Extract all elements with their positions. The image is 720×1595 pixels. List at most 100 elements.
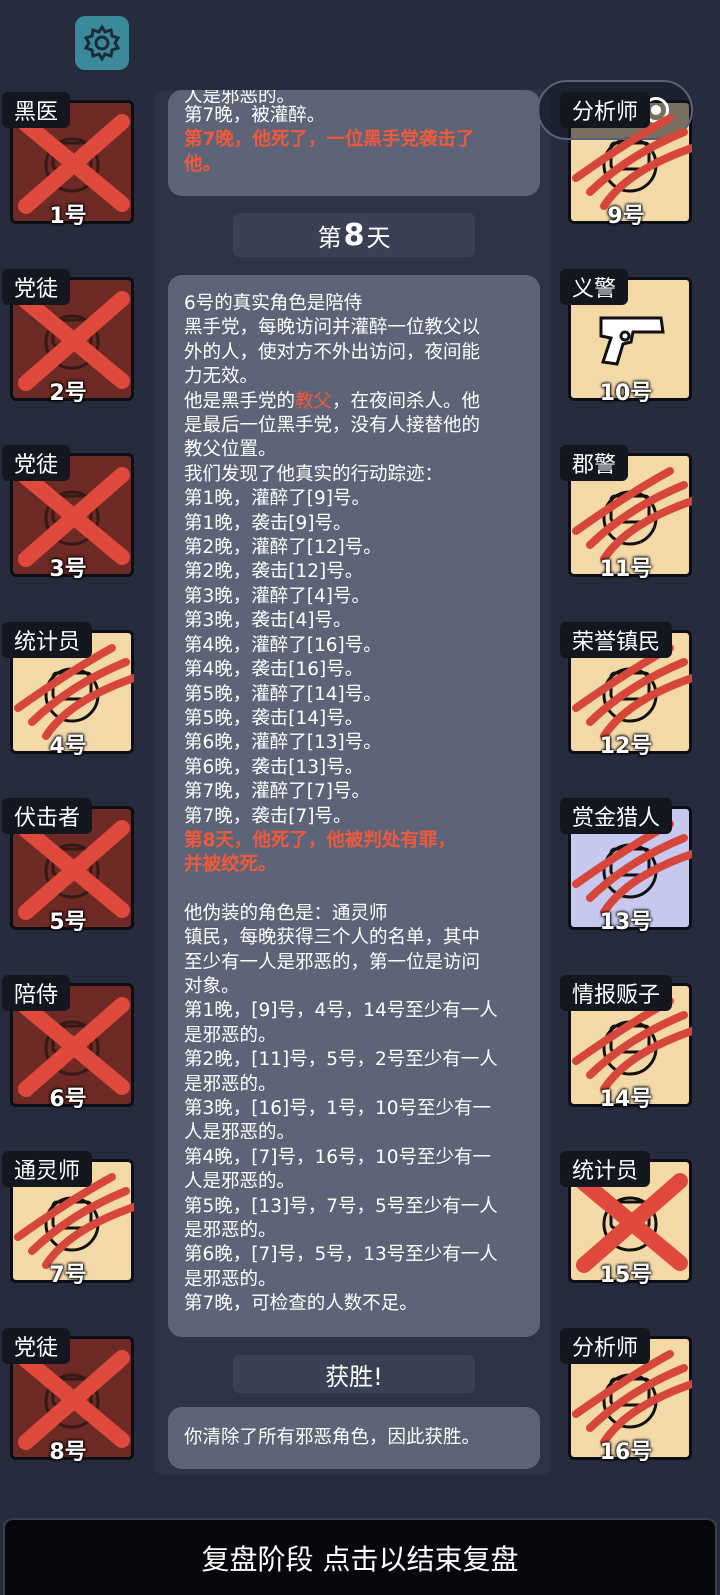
action-line: 第3晚，袭击[4]号。: [184, 610, 352, 632]
player-card[interactable]: 统计员 15号: [560, 1151, 692, 1288]
action-line: 第5晚，灌醉了[14]号。: [184, 683, 382, 705]
settings-button[interactable]: [75, 16, 129, 70]
role-label: 统计员: [2, 621, 93, 658]
role-label: 党徒: [2, 445, 71, 481]
seat-number: 9号: [607, 204, 645, 229]
seat-number: 6号: [49, 1086, 87, 1112]
log-line: 6号的真实角色是陪侍: [184, 293, 363, 314]
end-review-button[interactable]: 复盘阶段 点击以结束复盘: [3, 1518, 717, 1595]
gear-icon: [83, 24, 121, 62]
death-line: 第7晚，他死了，一位黑手党袭击了: [184, 129, 475, 151]
log-line: 力无效。: [184, 366, 259, 388]
victory-title: 获胜!: [325, 1362, 383, 1391]
victory-text: 你清除了所有邪恶角色，因此获胜。: [184, 1426, 481, 1448]
claim-line: 是邪恶的。: [184, 1220, 277, 1242]
player-card[interactable]: 赏金猎人 13号: [560, 798, 692, 935]
claim-line: 人是邪恶的。: [184, 1171, 296, 1193]
claim-line: 第2晚，[11]号，5号，2号至少有一人: [184, 1049, 498, 1071]
log-line: 黑手党，每晚访问并灌醉一位教父以: [184, 317, 481, 339]
player-card[interactable]: 义警 10号: [560, 268, 692, 406]
action-line: 第2晚，袭击[12]号。: [184, 561, 364, 583]
claim-line: 第1晚，[9]号，4号，14号至少有一人: [184, 1000, 498, 1022]
day-suffix: 天: [366, 223, 391, 252]
player-card[interactable]: 分析师 16号: [560, 1327, 692, 1465]
footer-label: 复盘阶段 点击以结束复盘: [201, 1542, 519, 1576]
seat-number: 8号: [49, 1439, 87, 1465]
victory-box: 你清除了所有邪恶角色，因此获胜。: [168, 1407, 540, 1469]
claim-line: 是邪恶的。: [184, 1268, 277, 1290]
role-label: 通灵师: [2, 1151, 93, 1187]
role-label: 分析师: [560, 1327, 651, 1364]
log-line: 人是邪恶的。: [184, 90, 296, 104]
action-line: 第4晚，灌醉了[16]号。: [184, 634, 382, 656]
claim-line: 第5晚，[13]号，7号，5号至少有一人: [184, 1195, 498, 1217]
action-line: 第7晚，袭击[7]号。: [184, 805, 352, 827]
day-8-log: 6号的真实角色是陪侍 黑手党，每晚访问并灌醉一位教父以 外的人，使对方不外出访问…: [168, 275, 540, 1337]
claim-line: 镇民，每晚获得三个人的名单，其中: [184, 927, 481, 949]
player-card[interactable]: 情报贩子 14号: [560, 974, 692, 1112]
day-prefix: 第: [317, 223, 342, 252]
player-card[interactable]: 郡警 11号: [560, 445, 692, 582]
seat-number: 15号: [599, 1263, 653, 1288]
player-card[interactable]: 黑医 1号: [2, 92, 134, 229]
seat-number: 5号: [49, 910, 87, 935]
claim-line: 是邪恶的。: [184, 1073, 277, 1095]
death-line: 他。: [184, 153, 222, 175]
log-line: 外的人，使对方不外出访问，夜间能: [184, 341, 481, 363]
player-card[interactable]: 伏击者 5号: [2, 798, 134, 935]
victory-header: 获胜!: [233, 1355, 475, 1393]
seat-number: 14号: [599, 1086, 653, 1112]
verdict-line: 并被绞死。: [184, 854, 277, 876]
seat-number: 7号: [49, 1263, 87, 1288]
action-line: 第1晚，灌醉了[9]号。: [184, 488, 370, 510]
claim-line: 他伪装的角色是：通灵师: [184, 902, 388, 924]
seat-number: 1号: [49, 204, 87, 229]
role-label: 荣誉镇民: [560, 621, 673, 658]
log-line: 我们发现了他真实的行动踪迹：: [184, 463, 444, 485]
role-label: 陪侍: [2, 974, 71, 1011]
seat-number: 10号: [599, 380, 653, 406]
player-card[interactable]: 通灵师 7号: [2, 1151, 134, 1288]
claim-line: 第4晚，[7]号，16号，10号至少有一: [184, 1146, 492, 1168]
player-card[interactable]: 党徒 8号: [2, 1327, 134, 1465]
previous-day-log: 人是邪恶的。 第7晚，被灌醉。 第7晚，他死了，一位黑手党袭击了 他。: [168, 90, 540, 196]
role-label: 赏金猎人: [560, 798, 673, 834]
seat-number: 16号: [599, 1439, 653, 1465]
role-label: 分析师: [560, 92, 651, 128]
seat-number: 3号: [49, 557, 87, 582]
log-text: 他是黑手党的: [184, 390, 296, 412]
day-8-header: 第8天: [233, 213, 475, 257]
claim-line: 至少有一人是邪恶的，第一位是访问: [184, 951, 481, 973]
player-card[interactable]: 党徒 3号: [2, 445, 134, 582]
claim-line: 第7晚，可检查的人数不足。: [184, 1293, 418, 1315]
role-label: 党徒: [2, 1327, 71, 1364]
action-line: 第6晚，灌醉了[13]号。: [184, 732, 382, 754]
role-label: 伏击者: [2, 798, 93, 834]
action-line: 第3晚，灌醉了[4]号。: [184, 585, 370, 607]
claim-line: 对象。: [184, 975, 240, 997]
seat-number: 12号: [599, 733, 653, 759]
player-card[interactable]: 分析师 9号: [560, 92, 692, 229]
action-line: 第6晚，袭击[13]号。: [184, 756, 364, 778]
log-line: 他是黑手党的教父，在夜间杀人。他: [184, 390, 524, 414]
player-card[interactable]: 荣誉镇民 12号: [560, 621, 692, 759]
claim-line: 第6晚，[7]号，5号，13号至少有一人: [184, 1244, 498, 1266]
role-label: 统计员: [560, 1151, 651, 1187]
day-number: 8: [343, 217, 365, 253]
action-line: 第2晚，灌醉了[12]号。: [184, 537, 382, 559]
player-card[interactable]: 统计员 4号: [2, 621, 134, 759]
action-line: 第4晚，袭击[16]号。: [184, 659, 364, 681]
player-card[interactable]: 党徒 2号: [2, 268, 134, 406]
action-line: 第7晚，灌醉了[7]号。: [184, 781, 370, 803]
seat-number: 2号: [49, 380, 87, 406]
role-label: 义警: [560, 268, 629, 305]
log-line: 教父位置。: [184, 439, 277, 461]
log-text: ，在夜间杀人。他: [332, 390, 481, 412]
claim-line: 是邪恶的。: [184, 1024, 277, 1046]
role-label: 郡警: [560, 445, 629, 481]
seat-number: 4号: [49, 733, 87, 759]
player-card[interactable]: 陪侍 6号: [2, 974, 134, 1112]
verdict-line: 第8天，他死了，他被判处有罪，: [184, 829, 456, 851]
role-label: 党徒: [2, 268, 71, 305]
fake-role-list: 他伪装的角色是：通灵师镇民，每晚获得三个人的名单，其中 至少有一人是邪恶的，第一位…: [184, 902, 524, 1317]
